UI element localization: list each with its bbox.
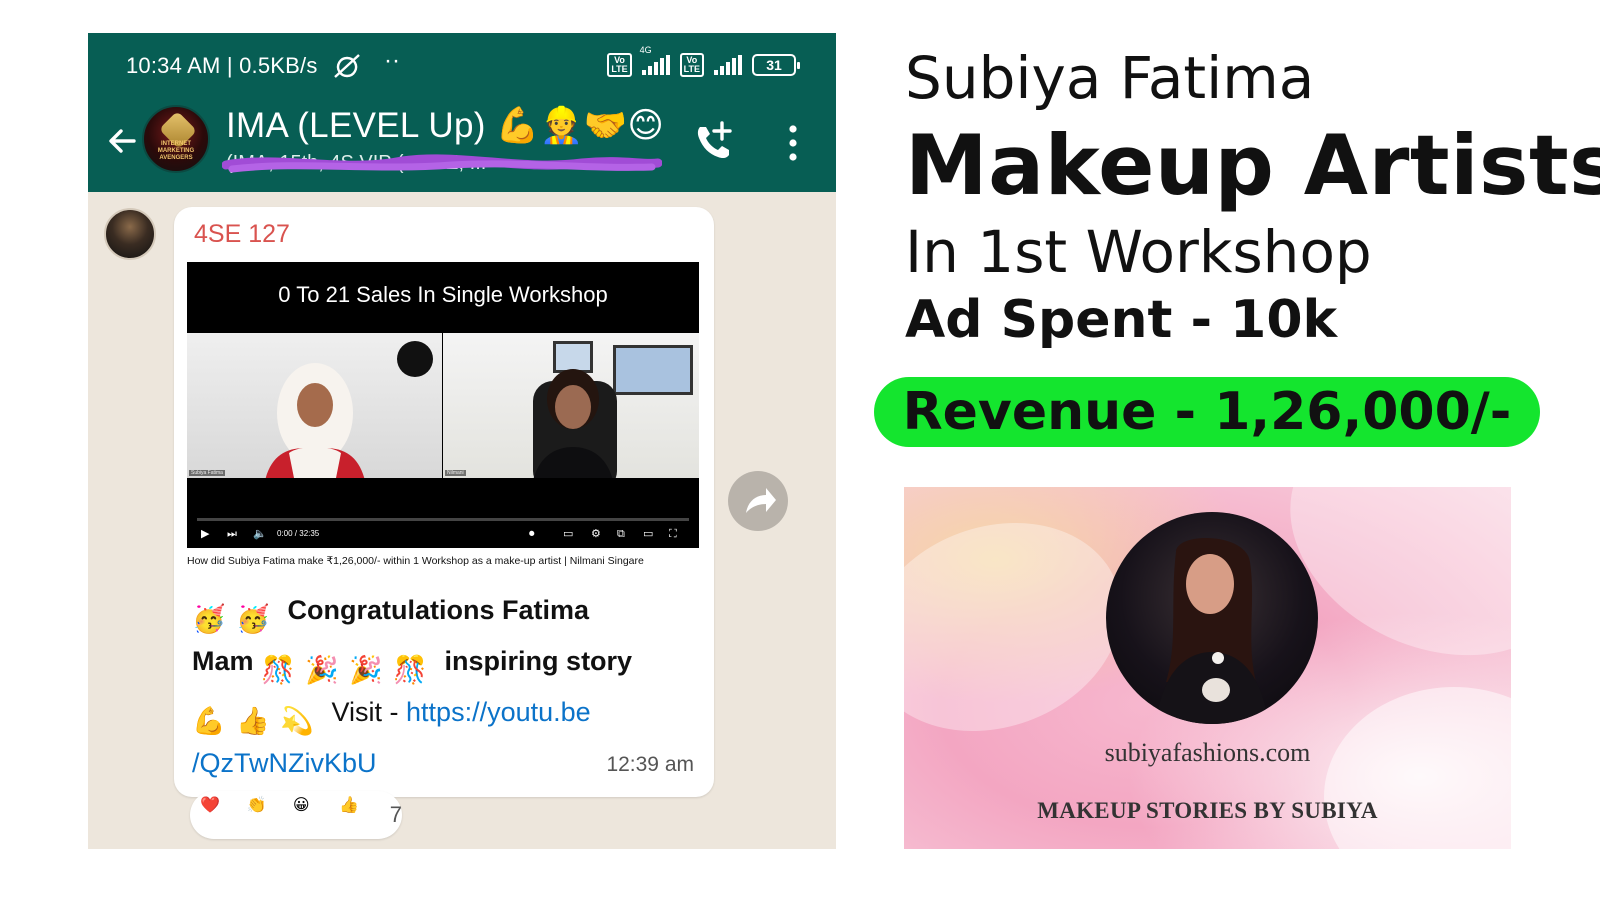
battery-icon: 31 <box>752 54 800 76</box>
fullscreen-icon[interactable]: ⛶ <box>669 526 677 542</box>
message-bubble[interactable]: 4SE 127 0 To 21 Sales In Single Workshop… <box>174 207 714 797</box>
flexed-biceps-emoji-icon: 💪 <box>192 706 226 736</box>
ad-spent-text: Ad Spent - 10k <box>905 290 1338 350</box>
party-popper-emoji-icon: 🎉 <box>305 655 339 685</box>
autoplay-toggle-icon[interactable]: ⏺ <box>529 526 535 542</box>
forward-button[interactable] <box>728 471 788 531</box>
promo-portrait <box>1106 512 1318 724</box>
settings-gear-icon[interactable]: ⚙ <box>591 526 601 542</box>
miniplayer-icon[interactable]: ⧉ <box>617 526 625 542</box>
more-vert-icon[interactable] <box>778 121 808 165</box>
chat-title[interactable]: IMA (LEVEL Up) 💪👷🤝😊 <box>226 105 664 146</box>
group-avatar-text: INTERNET MARKETING AVENGERS <box>157 141 195 161</box>
petal-graphic-3 <box>1324 687 1511 849</box>
sender-avatar[interactable] <box>104 208 156 260</box>
message-line-2: Mam 🎊 🎉 🎉 🎊 inspiring story <box>192 636 702 687</box>
promo-card: subiyafashions.com MAKEUP STORIES BY SUB… <box>904 487 1511 849</box>
add-call-icon[interactable] <box>688 117 738 167</box>
back-arrow-icon[interactable] <box>102 121 142 161</box>
play-icon[interactable]: ▶ <box>201 526 209 542</box>
group-avatar[interactable]: INTERNET MARKETING AVENGERS <box>142 105 210 173</box>
status-right-group: Vo LTE 4G Vo LTE 31 <box>607 45 800 77</box>
heart-reaction-icon[interactable]: ❤️ <box>200 795 238 835</box>
volte-icon: Vo LTE <box>607 53 632 77</box>
thumbs-up-reaction-icon[interactable]: 👍 <box>339 795 377 835</box>
reaction-count[interactable]: 7 <box>390 802 402 828</box>
next-icon[interactable]: ⏭ <box>227 526 237 542</box>
message-timestamp: 12:39 am <box>606 753 694 776</box>
party-face-emoji-icon: 🥳 <box>192 604 226 634</box>
congratulations-text: Congratulations Fatima <box>287 595 590 625</box>
status-more-indicator: ·· <box>384 47 400 74</box>
video-caption: How did Subiya Fatima make ₹1,26,000/- w… <box>187 555 644 567</box>
video-title: 0 To 21 Sales In Single Workshop <box>278 282 608 307</box>
volume-icon[interactable]: 🔈 <box>253 526 267 542</box>
signal-4g-icon: 4G <box>640 45 670 75</box>
left-speaker-tag: Subiya Fatima <box>189 470 225 476</box>
confetti-emoji-icon-2: 🎊 <box>393 655 427 685</box>
video-progress-bar[interactable] <box>197 518 689 521</box>
portrait-figure <box>1156 538 1268 724</box>
party-face-emoji-icon-2: 🥳 <box>236 604 270 634</box>
volte-icon-2: Vo LTE <box>679 53 704 77</box>
youtube-link-part2[interactable]: /QzTwNZivKbU <box>192 748 377 778</box>
forward-arrow-icon <box>746 488 776 513</box>
captions-icon[interactable]: ▭ <box>563 526 573 542</box>
promo-tagline: MAKEUP STORIES BY SUBIYA <box>1037 798 1378 823</box>
reactions-bar[interactable]: ❤️ 👏 😀 👍 7 <box>190 791 402 839</box>
right-speaker-tag: Nilmani <box>445 470 466 476</box>
video-pane-left: Subiya Fatima <box>187 333 442 478</box>
signal-icon <box>714 55 742 75</box>
sender-name[interactable]: 4SE 127 <box>194 220 290 249</box>
party-popper-emoji-icon-2: 🎉 <box>349 655 383 685</box>
message-line-3: 💪 👍 💫 Visit - https://youtu.be <box>192 687 702 738</box>
headline-main: Makeup Artists <box>905 117 1600 214</box>
headline-name: Subiya Fatima <box>905 44 1315 112</box>
status-bar: 10:34 AM | 0.5KB/s ·· Vo LTE 4G Vo LTE 31 <box>88 33 836 95</box>
microphone-graphic <box>397 341 433 377</box>
grin-reaction-icon[interactable]: 😀 <box>293 795 331 835</box>
video-time: 0:00 / 32:35 <box>277 529 320 538</box>
network-type-label: 4G <box>639 45 652 55</box>
message-line-1: 🥳 🥳 Congratulations Fatima <box>192 585 702 636</box>
mam-text: Mam <box>192 646 254 676</box>
confetti-emoji-icon: 🎊 <box>261 655 295 685</box>
person-right-figure <box>533 369 617 478</box>
phone-screenshot: 10:34 AM | 0.5KB/s ·· Vo LTE 4G Vo LTE 31 … <box>88 33 836 849</box>
dizzy-emoji-icon: 💫 <box>280 706 314 736</box>
promo-website: subiyafashions.com <box>1104 738 1311 767</box>
youtube-link-part1[interactable]: https://youtu.be <box>406 697 591 727</box>
thumbs-up-emoji-icon: 👍 <box>236 706 270 736</box>
visit-text: Visit - <box>331 697 407 727</box>
status-time: 10:34 AM | 0.5KB/s <box>126 53 318 78</box>
video-preview[interactable]: 0 To 21 Sales In Single Workshop Subiya … <box>187 262 699 548</box>
theater-mode-icon[interactable]: ▭ <box>643 526 653 542</box>
video-pane-right: Nilmani <box>443 333 699 478</box>
clap-reaction-icon[interactable]: 👏 <box>246 795 284 835</box>
inspiring-story-text: inspiring story <box>444 646 633 676</box>
chat-header: INTERNET MARKETING AVENGERS IMA (LEVEL U… <box>88 95 836 192</box>
video-controls: ▶ ⏭ 🔈 0:00 / 32:35 ⏺ ▭ ⚙ ⧉ ▭ ⛶ <box>199 526 689 542</box>
person-hijab-figure <box>265 363 365 478</box>
revenue-badge: Revenue - 1,26,000/- <box>874 377 1540 447</box>
redaction-scribble <box>222 154 662 173</box>
headline-sub: In 1st Workshop <box>905 218 1372 286</box>
alarm-off-icon <box>334 54 360 78</box>
